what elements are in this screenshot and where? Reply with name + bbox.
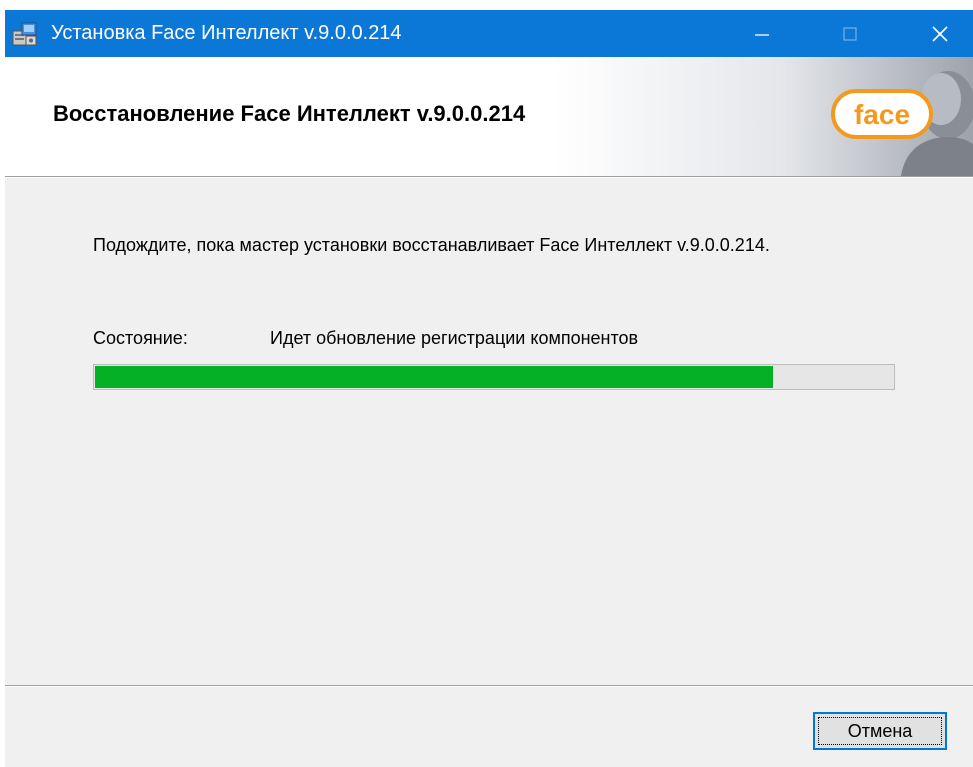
wizard-header: Восстановление Face Интеллект v.9.0.0.21… [5, 57, 973, 176]
logo-text: face [854, 99, 910, 130]
progress-bar [93, 364, 895, 390]
close-button[interactable] [910, 10, 970, 57]
minimize-button[interactable] [732, 10, 792, 57]
maximize-icon [843, 26, 857, 41]
progress-message: Подождите, пока мастер установки восстан… [93, 235, 770, 255]
status-value: Идет обновление регистрации компонентов [270, 328, 639, 348]
window-title: Установка Face Интеллект v.9.0.0.214 [51, 22, 402, 44]
title-bar[interactable]: Установка Face Интеллект v.9.0.0.214 [5, 10, 973, 57]
page-title: Восстановление Face Интеллект v.9.0.0.21… [53, 101, 526, 126]
face-logo: face [830, 87, 935, 143]
close-icon [932, 25, 948, 42]
status-label: Состояние: [93, 328, 188, 348]
header-divider-highlight [5, 177, 973, 178]
installer-window: Установка Face Интеллект v.9.0.0.214 Вос… [5, 10, 973, 767]
progress-bar-fill [95, 366, 773, 388]
installer-icon [11, 21, 39, 47]
cancel-button[interactable]: Отмена [813, 712, 947, 750]
maximize-button[interactable] [820, 10, 880, 57]
minimize-icon [755, 33, 769, 36]
background-window-strip [0, 0, 973, 10]
footer-divider-highlight [5, 686, 973, 687]
cancel-button-label: Отмена [847, 720, 913, 741]
